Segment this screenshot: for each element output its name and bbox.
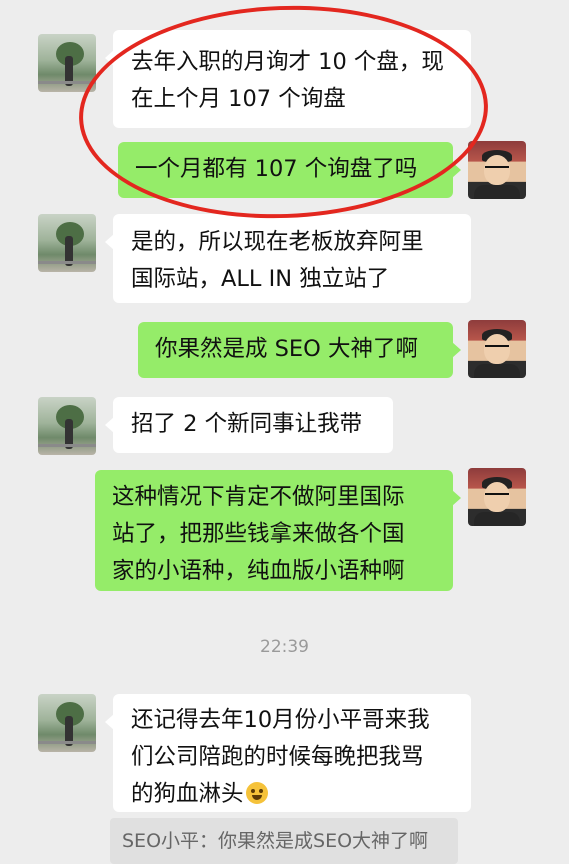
contact-avatar[interactable] — [38, 397, 96, 455]
message-bubble-received[interactable]: 是的，所以现在老板放弃阿里 国际站，ALL IN 独立站了 — [105, 214, 471, 303]
contact-avatar[interactable] — [38, 214, 96, 272]
message-text: 去年入职的月询才 10 个盘，现 — [131, 49, 444, 75]
message-bubble-sent[interactable]: 一个月都有 107 个询盘了吗 — [118, 142, 461, 198]
contact-avatar[interactable] — [38, 34, 96, 92]
my-avatar[interactable] — [468, 468, 526, 526]
chat-timestamp: 22:39 — [260, 637, 309, 657]
my-avatar[interactable] — [468, 320, 526, 378]
message-bubble-received[interactable]: 还记得去年10月份小平哥来我 们公司陪跑的时候每晚把我骂 的狗血淋头 — [105, 694, 471, 812]
message-text: 站了，把那些钱拿来做各个国 — [112, 521, 405, 547]
message-text: 是的，所以现在老板放弃阿里 — [131, 229, 424, 255]
my-avatar[interactable] — [468, 141, 526, 199]
message-text: 这种情况下肯定不做阿里国际 — [112, 484, 405, 510]
message-text: 国际站，ALL IN 独立站了 — [131, 266, 390, 292]
message-text: 招了 2 个新同事让我带 — [131, 411, 363, 437]
message-text: 家的小语种，纯血版小语种啊 — [112, 558, 405, 584]
message-bubble-sent[interactable]: 这种情况下肯定不做阿里国际 站了，把那些钱拿来做各个国 家的小语种，纯血版小语种… — [95, 470, 461, 591]
message-bubble-sent[interactable]: 你果然是成 SEO 大神了啊 — [138, 322, 461, 378]
message-text: 们公司陪跑的时候每晚把我骂 — [131, 744, 424, 770]
contact-avatar[interactable] — [38, 694, 96, 752]
message-text: 一个月都有 107 个询盘了吗 — [135, 156, 418, 182]
message-text: 你果然是成 SEO 大神了啊 — [155, 336, 419, 362]
message-text: 在上个月 107 个询盘 — [131, 86, 346, 112]
message-text: 的狗血淋头 — [131, 781, 244, 807]
crying-laughing-emoji — [245, 782, 268, 804]
message-text: 还记得去年10月份小平哥来我 — [131, 707, 430, 733]
quoted-reply[interactable]: SEO小平：你果然是成SEO大神了啊 — [110, 818, 458, 864]
message-bubble-received[interactable]: 去年入职的月询才 10 个盘，现 在上个月 107 个询盘 — [105, 30, 471, 128]
message-bubble-received[interactable]: 招了 2 个新同事让我带 — [105, 397, 393, 453]
